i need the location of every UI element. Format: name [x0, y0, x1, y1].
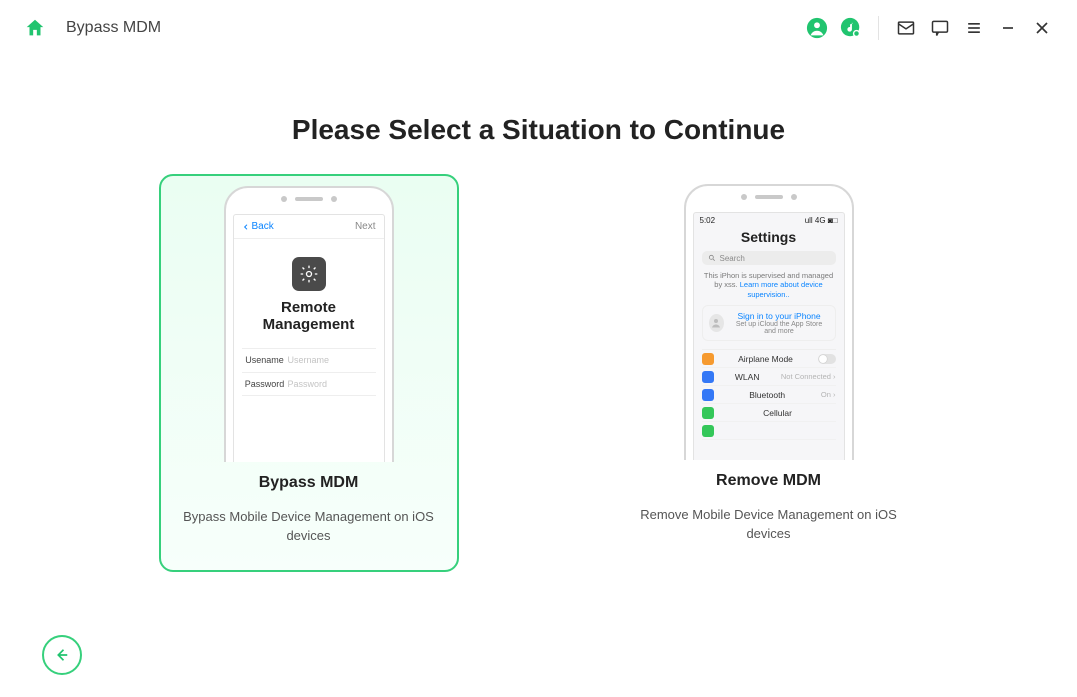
- card-desc: Remove Mobile Device Management on iOS d…: [635, 506, 903, 544]
- settings-item-label: WLAN: [720, 372, 775, 382]
- status-signal: ull 4G ◙□: [805, 216, 838, 225]
- phone-preview: Back Next RemoteManagement Usename Usern…: [177, 186, 441, 462]
- card-bypass-mdm[interactable]: Back Next RemoteManagement Usename Usern…: [159, 174, 459, 572]
- settings-item-icon: [702, 389, 714, 401]
- field-username: Usename Username: [242, 348, 376, 372]
- rm-title: RemoteManagement: [234, 299, 384, 334]
- settings-item-label: Airplane Mode: [720, 354, 812, 364]
- settings-item: WLAN Not Connected ›: [702, 368, 836, 386]
- settings-item: Airplane Mode: [702, 350, 836, 368]
- next-link: Next: [355, 221, 376, 232]
- situation-cards: Back Next RemoteManagement Usename Usern…: [0, 174, 1077, 572]
- mail-icon[interactable]: [889, 11, 923, 45]
- divider: [878, 16, 879, 40]
- settings-item-icon: [702, 407, 714, 419]
- music-search-icon[interactable]: [834, 11, 868, 45]
- settings-item: Bluetooth On ›: [702, 386, 836, 404]
- phone-preview: 5:02 ull 4G ◙□ Settings Search This iPho…: [635, 184, 903, 460]
- field-password: Password Password: [242, 372, 376, 396]
- titlebar: Bypass MDM: [0, 0, 1077, 56]
- back-link: Back: [242, 221, 274, 232]
- settings-item-value: Not Connected ›: [781, 372, 836, 381]
- settings-list: Airplane Mode WLAN Not Connected › Bluetoot…: [702, 349, 836, 440]
- supervised-note: This iPhon is supervised and managed by …: [702, 271, 836, 299]
- settings-item-label: Cellular: [720, 408, 836, 418]
- card-remove-mdm[interactable]: 5:02 ull 4G ◙□ Settings Search This iPho…: [619, 174, 919, 572]
- page-title: Bypass MDM: [66, 19, 161, 37]
- settings-item-icon: [702, 371, 714, 383]
- gear-icon: [292, 257, 326, 291]
- back-button[interactable]: [42, 635, 82, 675]
- settings-item-label: Bluetooth: [720, 390, 815, 400]
- menu-icon[interactable]: [957, 11, 991, 45]
- toggle: [818, 354, 836, 364]
- screen-settings: 5:02 ull 4G ◙□ Settings Search This iPho…: [693, 212, 845, 460]
- card-title: Remove MDM: [635, 472, 903, 490]
- screen-remote-management: Back Next RemoteManagement Usename Usern…: [233, 214, 385, 462]
- phone-mock: Back Next RemoteManagement Usename Usern…: [224, 186, 394, 462]
- phone-mock: 5:02 ull 4G ◙□ Settings Search This iPho…: [684, 184, 854, 460]
- card-title: Bypass MDM: [177, 474, 441, 492]
- settings-item-value: On ›: [821, 390, 836, 399]
- settings-item-icon: [702, 353, 714, 365]
- main: Please Select a Situation to Continue Ba…: [0, 114, 1077, 697]
- settings-item: Cellular: [702, 404, 836, 422]
- settings-title: Settings: [694, 227, 844, 251]
- settings-item: [702, 422, 836, 440]
- heading: Please Select a Situation to Continue: [0, 114, 1077, 146]
- signin-row: Sign in to your iPhone Set up iCloud the…: [702, 305, 836, 341]
- account-icon[interactable]: [800, 11, 834, 45]
- avatar-icon: [709, 314, 724, 332]
- feedback-icon[interactable]: [923, 11, 957, 45]
- titlebar-actions: [800, 11, 1059, 45]
- status-time: 5:02: [700, 216, 716, 225]
- close-icon[interactable]: [1025, 11, 1059, 45]
- card-desc: Bypass Mobile Device Management on iOS d…: [177, 508, 441, 546]
- search-box: Search: [702, 251, 836, 265]
- minimize-icon[interactable]: [991, 11, 1025, 45]
- settings-item-icon: [702, 425, 714, 437]
- home-icon[interactable]: [18, 11, 52, 45]
